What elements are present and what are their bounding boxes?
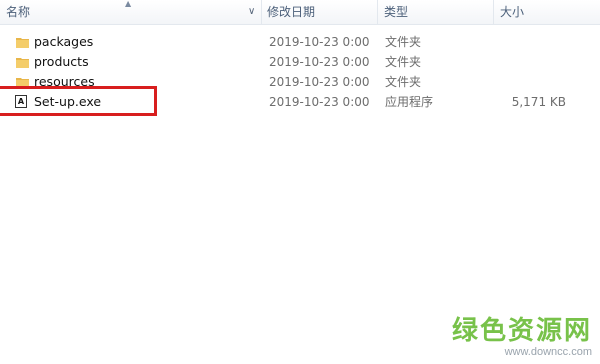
file-row-packages[interactable]: packages 2019-10-23 0:00 文件夹 [0,32,600,52]
chevron-down-icon[interactable]: ∨ [248,2,255,22]
column-divider[interactable] [261,0,262,24]
column-divider[interactable] [377,0,378,24]
folder-icon [16,58,29,68]
file-date: 2019-10-23 0:00 [269,35,370,49]
watermark-title: 绿色资源网 [451,316,592,346]
file-size: 5,171 KB [511,95,566,109]
column-header-size[interactable]: 大小 [500,0,524,24]
file-type: 文件夹 [385,35,422,49]
watermark-url: www.downcc.com [504,346,592,358]
file-name: packages [34,34,94,49]
file-type: 应用程序 [385,95,434,109]
folder-icon [16,38,29,48]
file-date: 2019-10-23 0:00 [269,75,370,89]
watermark: 绿色资源网 www.downcc.com [452,316,592,358]
file-name: products [34,54,89,69]
column-header-bar: 名称 ▲ ∨ 修改日期 类型 大小 [0,0,600,25]
file-date: 2019-10-23 0:00 [269,95,370,109]
column-divider[interactable] [493,0,494,24]
file-row-products[interactable]: products 2019-10-23 0:00 文件夹 [0,52,600,72]
column-header-date[interactable]: 修改日期 [267,0,315,24]
red-highlight-box [0,86,157,116]
file-type: 文件夹 [385,75,422,89]
sort-ascending-icon: ▲ [125,0,132,8]
file-date: 2019-10-23 0:00 [269,55,370,69]
column-header-name[interactable]: 名称 [6,0,30,24]
file-type: 文件夹 [385,55,422,69]
column-header-type[interactable]: 类型 [384,0,408,24]
